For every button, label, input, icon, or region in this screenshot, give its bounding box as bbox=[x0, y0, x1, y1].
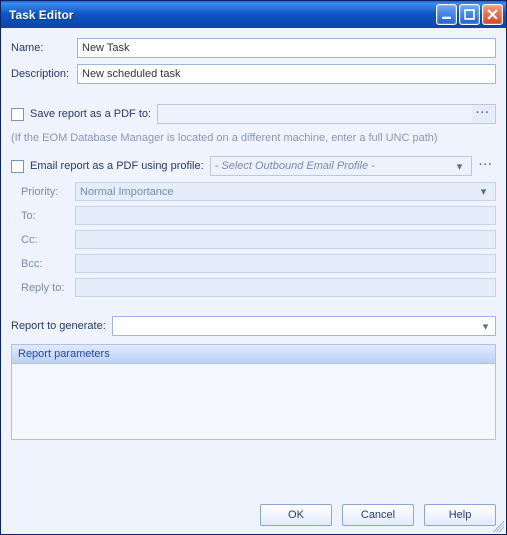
save-pdf-checkbox[interactable] bbox=[11, 108, 24, 121]
cc-row: Cc: bbox=[11, 230, 496, 249]
maximize-button[interactable] bbox=[459, 4, 480, 25]
chevron-down-icon: ▾ bbox=[452, 160, 467, 173]
priority-select[interactable]: Normal Importance ▾ bbox=[75, 182, 496, 201]
titlebar[interactable]: Task Editor bbox=[1, 1, 506, 28]
save-pdf-path-input[interactable] bbox=[158, 105, 471, 123]
email-profile-placeholder: - Select Outbound Email Profile - bbox=[215, 160, 452, 172]
replyto-label: Reply to: bbox=[11, 282, 75, 294]
report-parameters-body bbox=[12, 364, 495, 439]
bcc-label: Bcc: bbox=[11, 258, 75, 270]
unc-hint: (If the EOM Database Manager is located … bbox=[11, 132, 496, 144]
name-row: Name: bbox=[11, 38, 496, 58]
minimize-icon bbox=[441, 9, 452, 20]
email-profile-select[interactable]: - Select Outbound Email Profile - ▾ bbox=[210, 156, 472, 176]
cancel-button[interactable]: Cancel bbox=[342, 504, 414, 526]
to-row: To: bbox=[11, 206, 496, 225]
priority-value: Normal Importance bbox=[80, 186, 476, 198]
report-generate-label: Report to generate: bbox=[11, 320, 106, 332]
report-parameters-panel: Report parameters bbox=[11, 344, 496, 440]
to-label: To: bbox=[11, 210, 75, 222]
to-input[interactable] bbox=[75, 206, 496, 225]
cc-input[interactable] bbox=[75, 230, 496, 249]
email-profile-options-button[interactable]: ··· bbox=[476, 156, 496, 176]
name-label: Name: bbox=[11, 42, 77, 54]
resize-grip-icon[interactable] bbox=[490, 518, 504, 532]
email-pdf-label: Email report as a PDF using profile: bbox=[30, 160, 204, 172]
close-icon bbox=[487, 9, 498, 20]
replyto-input[interactable] bbox=[75, 278, 496, 297]
name-input[interactable] bbox=[77, 38, 496, 58]
chevron-down-icon: ▾ bbox=[478, 320, 493, 333]
minimize-button[interactable] bbox=[436, 4, 457, 25]
save-pdf-label: Save report as a PDF to: bbox=[30, 108, 151, 120]
close-button[interactable] bbox=[482, 4, 503, 25]
chevron-down-icon: ▾ bbox=[476, 185, 491, 198]
ok-button[interactable]: OK bbox=[260, 504, 332, 526]
report-parameters-header: Report parameters bbox=[12, 345, 495, 364]
window-controls bbox=[436, 4, 503, 25]
help-button[interactable]: Help bbox=[424, 504, 496, 526]
description-label: Description: bbox=[11, 68, 77, 80]
bcc-input[interactable] bbox=[75, 254, 496, 273]
report-generate-select[interactable]: ▾ bbox=[112, 316, 496, 336]
dialog-footer: OK Cancel Help bbox=[11, 494, 496, 526]
priority-label: Priority: bbox=[11, 186, 75, 198]
client-area: Name: Description: Save report as a PDF … bbox=[1, 28, 506, 534]
save-pdf-path-box: ··· bbox=[157, 104, 496, 124]
description-row: Description: bbox=[11, 64, 496, 84]
cc-label: Cc: bbox=[11, 234, 75, 246]
description-input[interactable] bbox=[77, 64, 496, 84]
priority-row: Priority: Normal Importance ▾ bbox=[11, 182, 496, 201]
maximize-icon bbox=[464, 9, 475, 20]
email-pdf-row: Email report as a PDF using profile: - S… bbox=[11, 156, 496, 176]
report-generate-row: Report to generate: ▾ bbox=[11, 316, 496, 336]
browse-path-button[interactable]: ··· bbox=[472, 105, 494, 123]
window-title: Task Editor bbox=[9, 8, 436, 22]
task-editor-window: Task Editor Name: Description: Save repo… bbox=[0, 0, 507, 535]
email-pdf-checkbox[interactable] bbox=[11, 160, 24, 173]
replyto-row: Reply to: bbox=[11, 278, 496, 297]
save-pdf-row: Save report as a PDF to: ··· bbox=[11, 104, 496, 124]
bcc-row: Bcc: bbox=[11, 254, 496, 273]
